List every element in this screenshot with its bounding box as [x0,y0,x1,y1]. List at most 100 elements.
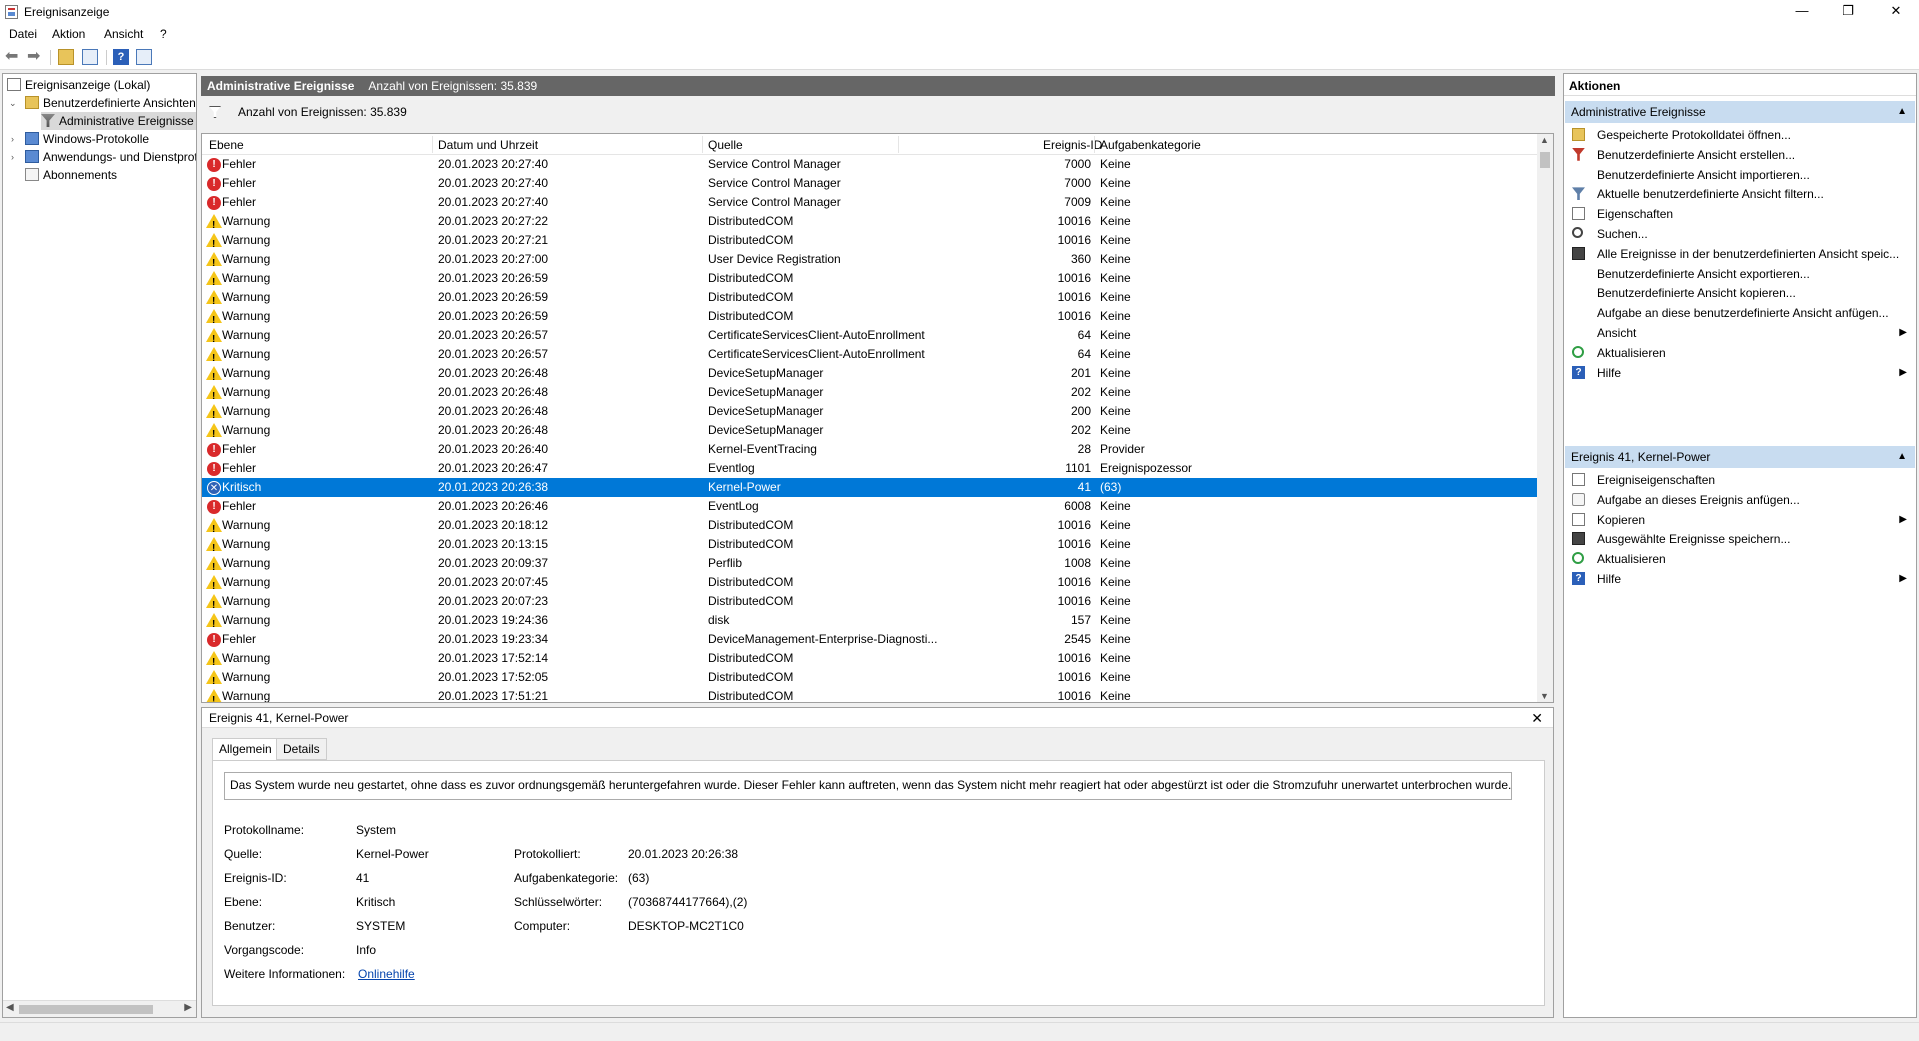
action-item[interactable]: Gespeicherte Protokolldatei öffnen... [1565,125,1915,145]
action-item[interactable]: Benutzerdefinierte Ansicht exportieren..… [1565,264,1915,284]
value-keywords[interactable]: (70368744177664),(2) [628,895,747,909]
tree-subscriptions[interactable]: Abonnements [7,166,117,184]
action-item[interactable]: ? Hilfe ▶ [1565,363,1915,383]
col-date[interactable]: Datum und Uhrzeit [438,138,538,152]
close-detail-icon[interactable]: ✕ [1531,708,1543,728]
close-window-button[interactable]: ✕ [1873,0,1919,24]
expand-open-icon[interactable]: ⌄ [9,94,17,112]
action-item[interactable]: Kopieren ▶ [1565,510,1915,530]
table-row[interactable]: Warnung 20.01.2023 17:51:21 DistributedCOM… [202,687,1539,702]
column-separator[interactable] [1094,136,1095,153]
event-list-scrollbar[interactable]: ▲ ▼ [1537,134,1553,702]
value-user[interactable]: SYSTEM [356,919,405,933]
up-folder-icon[interactable] [58,49,74,65]
table-row[interactable]: Warnung 20.01.2023 20:26:48 DeviceSetupMan… [202,383,1539,406]
value-source[interactable]: Kernel-Power [356,847,429,861]
col-source[interactable]: Quelle [708,138,743,152]
action-item[interactable]: Aufgabe an diese benutzerdefinierte Ansi… [1565,303,1915,323]
back-arrow-icon[interactable]: ⬅ [5,49,21,65]
menu-help[interactable]: ? [160,27,167,41]
table-row[interactable]: Warnung 20.01.2023 20:09:37 Perflib 1008 Kei… [202,554,1539,577]
col-level[interactable]: Ebene [209,138,244,152]
tree-custom-views[interactable]: ⌄ Benutzerdefinierte Ansichten [7,94,196,112]
tree-root[interactable]: Ereignisanzeige (Lokal) [7,76,150,94]
scroll-thumb[interactable] [1540,152,1550,168]
tree-windows-logs[interactable]: › Windows-Protokolle [7,130,149,148]
menu-ansicht[interactable]: Ansicht [104,27,143,41]
forward-arrow-icon[interactable]: ➡ [27,49,43,65]
value-eventid[interactable]: 41 [356,871,369,885]
table-row[interactable]: Warnung 20.01.2023 17:52:14 DistributedCOM… [202,649,1539,672]
expand-closed-icon[interactable]: › [11,148,14,166]
value-level[interactable]: Kritisch [356,895,395,909]
table-row[interactable]: Warnung 20.01.2023 20:27:00 User Device Re… [202,250,1539,273]
table-row[interactable]: ! Fehler 20.01.2023 20:26:47 Eventlog 1101 Er… [202,459,1539,478]
column-separator[interactable] [432,136,433,153]
online-help-link[interactable]: Onlinehilfe [358,967,415,981]
action-item[interactable]: Benutzerdefinierte Ansicht erstellen... [1565,145,1915,165]
value-logged[interactable]: 20.01.2023 20:26:38 [628,847,738,861]
table-row[interactable]: ! Fehler 20.01.2023 20:27:40 Service Contro… [202,155,1539,174]
action-item[interactable]: Alle Ereignisse in der benutzerdefiniert… [1565,244,1915,264]
scroll-thumb[interactable] [19,1005,153,1014]
scroll-right-icon[interactable]: ▶ [184,1002,192,1013]
minimize-button[interactable]: — [1779,0,1825,24]
table-row[interactable]: Warnung 20.01.2023 20:26:57 CertificateSer… [202,326,1539,349]
table-row[interactable]: ! Fehler 20.01.2023 20:26:46 EventLog 6008 Ke… [202,497,1539,516]
table-row[interactable]: ! Fehler 20.01.2023 20:27:40 Service Contro… [202,174,1539,193]
show-hide-actions-icon[interactable] [136,49,152,65]
event-message[interactable]: Das System wurde neu gestartet, ohne das… [224,772,1512,800]
table-row[interactable]: Warnung 20.01.2023 20:26:59 DistributedCOM… [202,307,1539,330]
tab-details[interactable]: Details [276,738,327,760]
action-item[interactable]: Aktuelle benutzerdefinierte Ansicht filt… [1565,184,1915,204]
table-row[interactable]: Warnung 20.01.2023 20:26:59 DistributedCOM… [202,269,1539,292]
action-item[interactable]: Benutzerdefinierte Ansicht kopieren... [1565,283,1915,303]
tree-app-logs[interactable]: › Anwendungs- und Dienstprotokolle [7,148,196,166]
table-row[interactable]: Warnung 20.01.2023 17:52:05 DistributedCOM… [202,668,1539,691]
table-row[interactable]: Warnung 20.01.2023 20:07:45 DistributedCOM… [202,573,1539,596]
collapse-icon[interactable]: ▲ [1897,101,1907,123]
tree-horizontal-scrollbar[interactable]: ◀ ▶ [3,1000,196,1017]
action-item[interactable]: Eigenschaften [1565,204,1915,224]
table-row[interactable]: Warnung 20.01.2023 20:26:57 CertificateSer… [202,345,1539,368]
action-item[interactable]: Ausgewählte Ereignisse speichern... [1565,529,1915,549]
table-row[interactable]: ! Fehler 20.01.2023 20:27:40 Service Contro… [202,193,1539,212]
action-item[interactable]: Benutzerdefinierte Ansicht importieren..… [1565,165,1915,185]
table-row[interactable]: Warnung 20.01.2023 20:27:22 DistributedCOM… [202,212,1539,235]
action-item[interactable]: Aufgabe an dieses Ereignis anfügen... [1565,490,1915,510]
value-category[interactable]: (63) [628,871,649,885]
table-row[interactable]: Warnung 20.01.2023 19:24:36 disk 157 Keine [202,611,1539,634]
menu-aktion[interactable]: Aktion [52,27,85,41]
scroll-down-icon[interactable]: ▼ [1540,691,1549,701]
action-item[interactable]: ? Hilfe ▶ [1565,569,1915,589]
table-row[interactable]: ✕ Kritisch 20.01.2023 20:26:38 Kernel-Power… [202,478,1539,497]
actions-section-event[interactable]: Ereignis 41, Kernel-Power ▲ [1565,446,1915,468]
action-item[interactable]: Ereigniseigenschaften [1565,470,1915,490]
expand-closed-icon[interactable]: › [11,130,14,148]
table-row[interactable]: ! Fehler 20.01.2023 20:26:40 Kernel-EventTr… [202,440,1539,459]
action-item[interactable]: Suchen... [1565,224,1915,244]
action-item[interactable]: Aktualisieren [1565,343,1915,363]
show-hide-tree-icon[interactable] [82,49,98,65]
table-row[interactable]: Warnung 20.01.2023 20:18:12 DistributedCOM… [202,516,1539,539]
maximize-button[interactable]: ❐ [1825,0,1871,24]
column-separator[interactable] [702,136,703,153]
tab-general[interactable]: Allgemein [212,738,279,761]
table-row[interactable]: Warnung 20.01.2023 20:26:48 DeviceSetupMan… [202,364,1539,387]
value-opcode[interactable]: Info [356,943,376,957]
collapse-icon[interactable]: ▲ [1897,446,1907,468]
value-computer[interactable]: DESKTOP-MC2T1C0 [628,919,744,933]
action-item[interactable]: Aktualisieren [1565,549,1915,569]
table-row[interactable]: Warnung 20.01.2023 20:26:48 DeviceSetupMan… [202,421,1539,444]
table-row[interactable]: Warnung 20.01.2023 20:27:21 DistributedCOM… [202,231,1539,254]
value-logname[interactable]: System [356,823,396,837]
table-row[interactable]: Warnung 20.01.2023 20:26:59 DistributedCOM… [202,288,1539,311]
scroll-up-icon[interactable]: ▲ [1540,135,1549,145]
table-row[interactable]: Warnung 20.01.2023 20:26:48 DeviceSetupMan… [202,402,1539,425]
col-task-category[interactable]: Aufgabenkategorie [1100,138,1201,152]
table-row[interactable]: Warnung 20.01.2023 20:07:23 DistributedCOM… [202,592,1539,615]
scroll-left-icon[interactable]: ◀ [6,1002,14,1013]
tree-admin-events[interactable]: Administrative Ereignisse [41,112,196,130]
actions-section-admin-events[interactable]: Administrative Ereignisse ▲ [1565,101,1915,123]
column-separator[interactable] [898,136,899,153]
